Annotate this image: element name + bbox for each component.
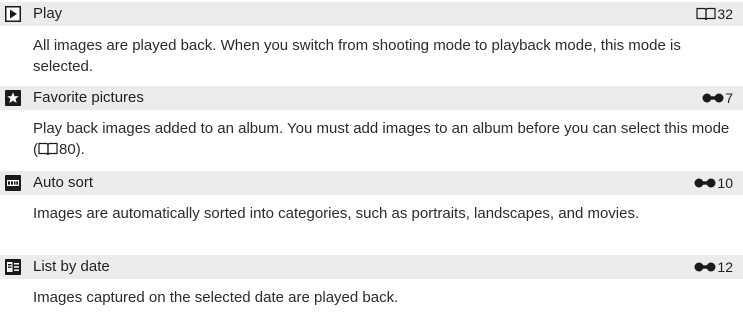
auto-sort-icon [5,175,21,191]
favorite-star-icon [5,90,21,106]
favorite-pictures-description-page: 80 [59,141,76,158]
book-icon [696,7,717,21]
list-by-date-header: List by date 12 [0,255,743,279]
auto-sort-description: Images are automatically sorted into cat… [33,205,640,222]
auto-sort-page-ref: 10 [694,171,733,195]
list-by-date-page-number: 12 [717,259,733,275]
auto-sort-title: Auto sort [33,174,94,191]
list-by-date-description: Images captured on the selected date are… [33,289,399,306]
playback-triangle-icon [5,6,21,22]
book-icon [38,141,58,162]
list-by-date-title: List by date [33,258,110,275]
favorite-pictures-description: Play back images added to an album. You … [33,118,733,162]
playback-mode-list: Play 32 All images are played back. When… [0,0,743,332]
play-mode-page-ref: 32 [696,2,733,26]
play-mode-title: Play [33,5,63,22]
favorite-pictures-description-end: ). [75,141,85,158]
favorite-pictures-title: Favorite pictures [33,89,144,106]
reference-section-icon [694,261,716,273]
list-by-date-page-ref: 12 [694,255,733,279]
favorite-pictures-page-ref: 7 [702,86,733,110]
favorite-pictures-page-number: 7 [725,90,733,106]
favorite-pictures-description-text: Play back images added to an album. You … [33,120,730,158]
play-mode-header: Play 32 [0,2,743,26]
reference-section-icon [694,177,716,189]
auto-sort-header: Auto sort 10 [0,171,743,195]
list-by-date-icon [5,259,21,275]
play-mode-description: All images are played back. When you swi… [33,37,681,75]
auto-sort-page-number: 10 [717,175,733,191]
favorite-pictures-header: Favorite pictures 7 [0,86,743,110]
play-mode-page-number: 32 [717,6,733,22]
reference-section-icon [702,92,724,104]
